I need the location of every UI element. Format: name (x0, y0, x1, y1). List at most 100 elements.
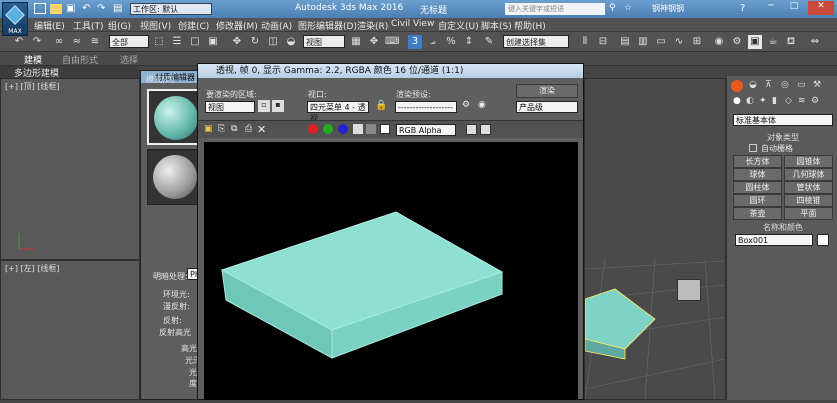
motion-tab-icon[interactable]: ◎ (781, 80, 789, 90)
reference-coordinate-system[interactable]: 视图 (303, 35, 345, 48)
bind-spacewarp-icon[interactable]: ≋ (88, 35, 102, 49)
auto-grid-checkbox[interactable] (749, 144, 757, 152)
menu-rendering[interactable]: 渲染(R) (357, 19, 388, 32)
geosphere-button[interactable]: 几何球体 (784, 168, 833, 181)
menu-animation[interactable]: 动画(A) (261, 19, 292, 32)
modify-tab-icon[interactable]: ◒ (749, 80, 757, 90)
viewport-top[interactable]: [+] [顶] [线框] (0, 78, 140, 260)
redo-icon[interactable]: ↷ (30, 35, 44, 49)
monochrome-icon[interactable] (366, 124, 376, 134)
menu-customize[interactable]: 自定义(U) (438, 19, 479, 32)
cameras-icon[interactable]: ▮ (772, 96, 777, 106)
select-object-icon[interactable]: ⬚ (152, 35, 166, 49)
tube-button[interactable]: 管状体 (784, 181, 833, 194)
select-manipulate-icon[interactable]: ✥ (367, 35, 381, 49)
shapes-icon[interactable]: ◐ (746, 96, 754, 106)
spinner-snap-icon[interactable]: ⇕ (462, 35, 476, 49)
systems-icon[interactable]: ⚙ (811, 96, 819, 106)
helpers-icon[interactable]: ◇ (785, 96, 792, 106)
pyramid-button[interactable]: 四棱锥 (784, 194, 833, 207)
swatch-icon[interactable] (380, 124, 390, 134)
move-icon[interactable]: ✥ (230, 35, 244, 49)
layer-explorer-icon[interactable]: ▤ (618, 35, 632, 49)
toggle-ui-overlay-icon[interactable] (466, 124, 477, 135)
render-iterative-icon[interactable]: ⛾ (784, 35, 798, 49)
ribbon-tab-modeling[interactable]: 建模 (24, 53, 42, 66)
menu-civil-view[interactable]: Civil View (391, 19, 434, 29)
render-button[interactable]: 渲染 (516, 84, 578, 98)
material-menu-mode[interactable]: 模式(D) (146, 74, 174, 85)
edit-named-selection-icon[interactable]: ✎ (482, 35, 496, 49)
binoculars-icon[interactable]: ⚲ (609, 3, 616, 13)
menu-tools[interactable]: 工具(T) (73, 19, 104, 32)
name-color-header[interactable]: 名称和颜色 (731, 222, 835, 234)
sphere-button[interactable]: 球体 (733, 168, 782, 181)
hold-icon[interactable]: ▤ (113, 3, 122, 14)
geometry-icon[interactable]: ● (733, 96, 741, 106)
material-slot-1[interactable] (147, 89, 203, 145)
rotate-icon[interactable]: ↻ (248, 35, 262, 49)
cylinder-button[interactable]: 圆柱体 (733, 181, 782, 194)
edit-region-icon[interactable]: ▫ (258, 100, 270, 112)
lock-icon[interactable]: 🔒 (375, 100, 387, 111)
render-production-icon[interactable]: ☕ (766, 35, 780, 49)
rect-selection-icon[interactable]: □ (188, 35, 202, 49)
mirror-icon[interactable]: ⫴ (578, 35, 592, 49)
auto-region-icon[interactable]: ▪ (272, 100, 284, 112)
copy-image-icon[interactable]: ⎘ (218, 124, 225, 134)
object-color-swatch[interactable] (817, 234, 829, 246)
teapot-button[interactable]: 茶壶 (733, 207, 782, 220)
maximize-button[interactable]: □ (785, 1, 803, 15)
primitive-type-select[interactable]: 标准基本体 (733, 114, 833, 126)
open-file-icon[interactable] (50, 4, 62, 14)
rendered-frame-window-icon[interactable]: ▣ (748, 35, 762, 49)
menu-group[interactable]: 组(G) (108, 19, 131, 32)
utilities-tab-icon[interactable]: ⚒ (813, 80, 821, 90)
menu-scripting[interactable]: 脚本(S) (481, 19, 512, 32)
angle-snap-icon[interactable]: ⦟ (426, 35, 440, 49)
menu-edit[interactable]: 编辑(E) (34, 19, 65, 32)
area-to-render-select[interactable]: 视图 (205, 101, 255, 113)
place-icon[interactable]: ◒ (284, 35, 298, 49)
select-by-name-icon[interactable]: ☰ (170, 35, 184, 49)
red-channel-icon[interactable] (308, 124, 318, 134)
ribbon-toggle-icon[interactable]: ▭ (654, 35, 668, 49)
viewport-perspective[interactable] (584, 78, 726, 400)
favorites-icon[interactable]: ☆ (624, 3, 632, 13)
environment-icon[interactable]: ◉ (478, 100, 486, 110)
menu-graph-editors[interactable]: 图形编辑器(D) (298, 19, 357, 32)
clear-icon[interactable]: ✕ (257, 123, 266, 136)
minimize-button[interactable]: ─ (762, 1, 780, 15)
display-tab-icon[interactable]: ▭ (797, 80, 806, 90)
render-activeshade-icon[interactable]: ⇔ (808, 35, 822, 49)
blue-channel-icon[interactable] (338, 124, 348, 134)
plane-button[interactable]: 平面 (784, 207, 833, 220)
undo-icon[interactable]: ↶ (12, 35, 26, 49)
material-editor-icon[interactable]: ◉ (712, 35, 726, 49)
print-icon[interactable]: ⎙ (245, 124, 252, 134)
create-tab-icon[interactable] (731, 80, 743, 92)
named-selection-sets[interactable]: 创建选择集 (503, 35, 569, 48)
help-icon[interactable]: ? (740, 3, 745, 14)
material-slot-2[interactable] (147, 149, 203, 205)
menu-help[interactable]: 帮助(H) (514, 19, 546, 32)
new-file-icon[interactable] (34, 3, 46, 14)
toggle-ui-icon[interactable] (480, 124, 491, 135)
render-preset-select[interactable]: ------------------- (395, 101, 457, 113)
cone-button[interactable]: 圆锥体 (784, 155, 833, 168)
green-channel-icon[interactable] (323, 124, 333, 134)
viewport-left[interactable]: [+] [左] [线框] (0, 260, 140, 400)
torus-button[interactable]: 圆环 (733, 194, 782, 207)
save-icon[interactable]: ▣ (66, 3, 75, 14)
close-button[interactable]: ✕ (808, 1, 834, 15)
production-select[interactable]: 产品级 (516, 101, 578, 113)
user-name[interactable]: 钢神钢钢 (652, 3, 684, 14)
align-icon[interactable]: ⊟ (596, 35, 610, 49)
render-window-titlebar[interactable]: 透视, 帧 0, 显示 Gamma: 2.2, RGBA 颜色 16 位/通道 … (198, 64, 583, 78)
menu-modifiers[interactable]: 修改器(M) (216, 19, 258, 32)
menu-view[interactable]: 视图(V) (140, 19, 171, 32)
lights-icon[interactable]: ✦ (759, 96, 767, 106)
save-image-icon[interactable]: ▣ (204, 124, 213, 134)
search-input[interactable]: 键入关键字或短语 (505, 3, 605, 15)
curve-editor-icon[interactable]: ∿ (672, 35, 686, 49)
